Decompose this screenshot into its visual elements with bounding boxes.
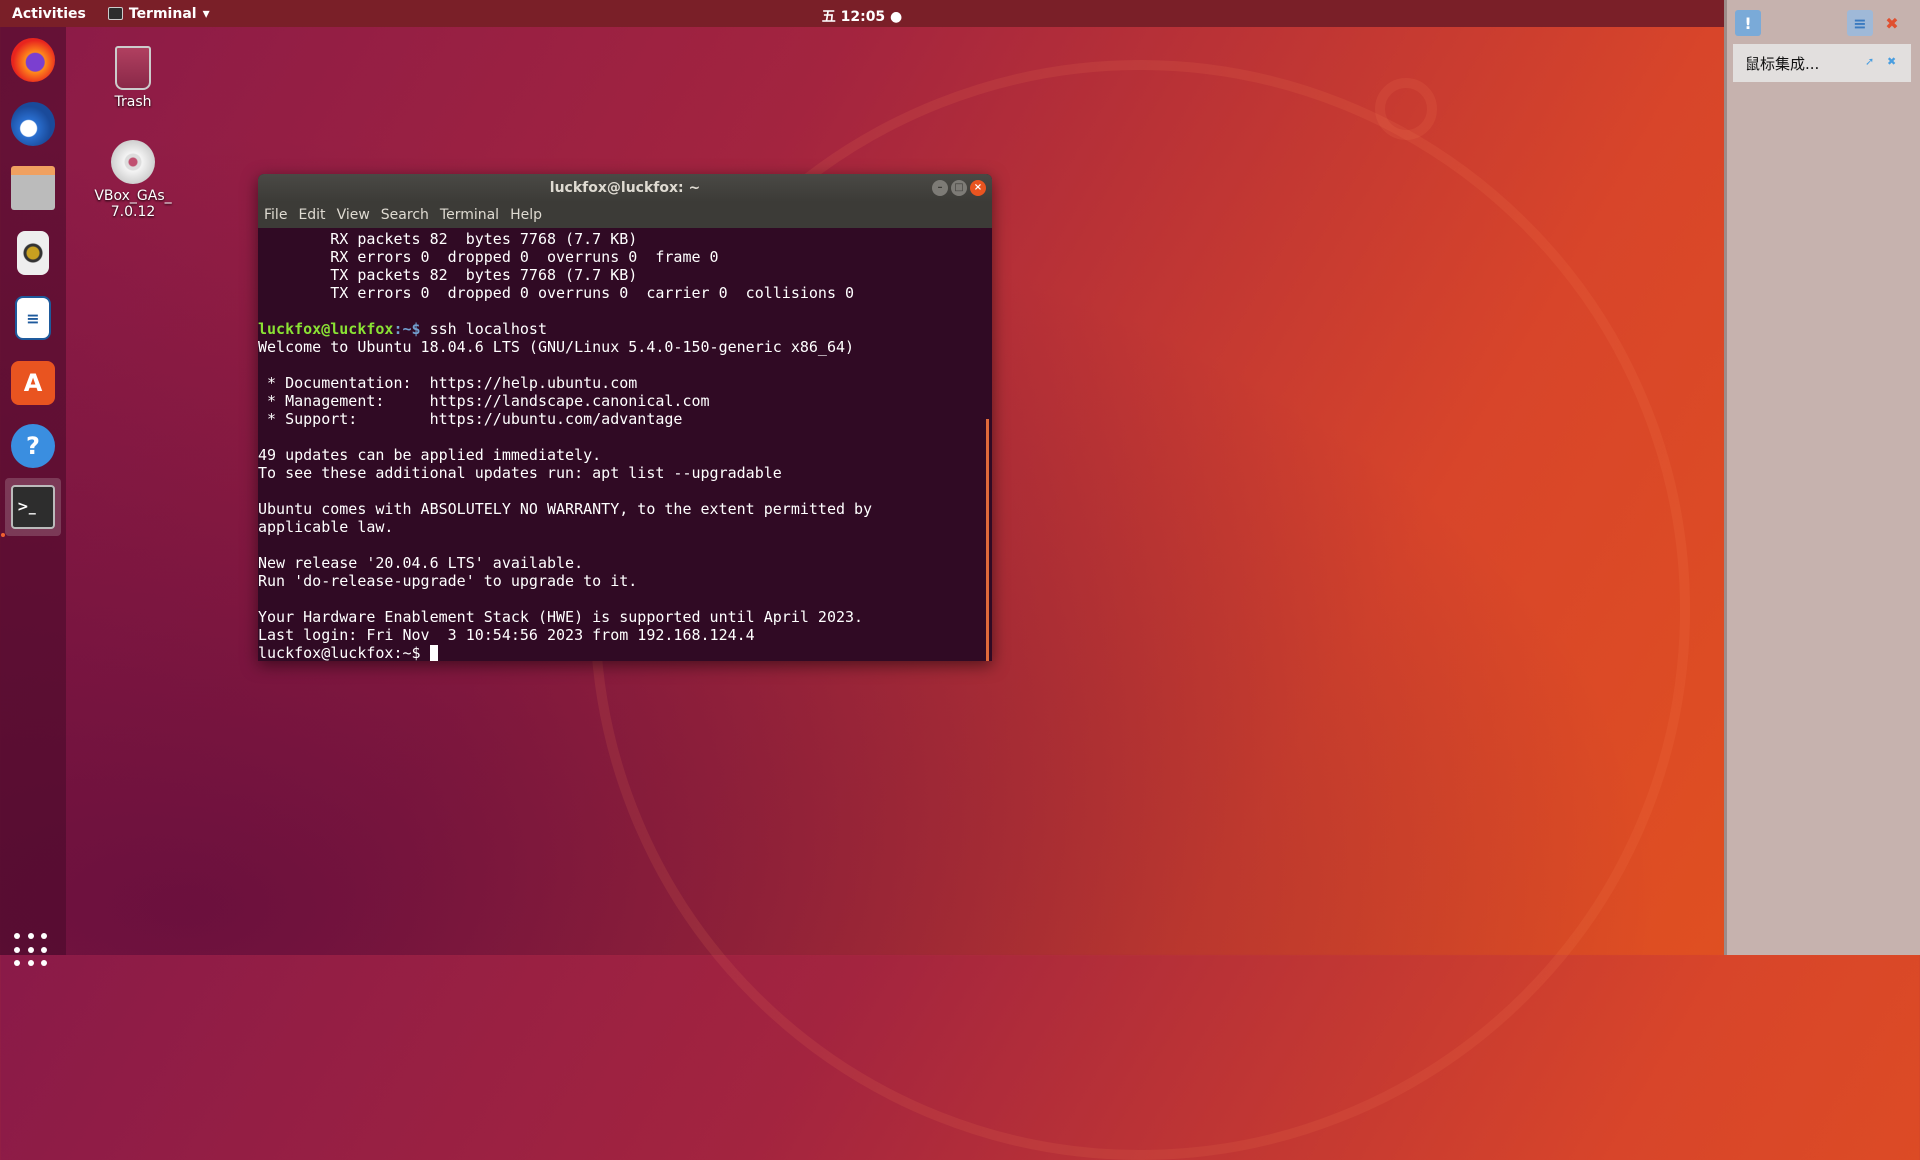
output-line: Ubuntu comes with ABSOLUTELY NO WARRANTY…: [258, 500, 873, 518]
minimize-button[interactable]: –: [932, 180, 948, 196]
output-line: * Documentation: https://help.ubuntu.com: [258, 374, 638, 392]
help-icon: ?: [11, 424, 55, 468]
trash-label: Trash: [114, 94, 152, 110]
prompt-path: :~$: [393, 320, 430, 338]
pin-icon[interactable]: ➚: [1865, 55, 1874, 68]
firefox-icon: [11, 38, 55, 82]
menu-search[interactable]: Search: [381, 207, 429, 223]
output-line: To see these additional updates run: apt…: [258, 464, 782, 482]
output-line: * Management: https://landscape.canonica…: [258, 392, 710, 410]
vbox-label: VBox_GAs_ 7.0.12: [94, 188, 172, 220]
dismiss-icon[interactable]: ✖: [1887, 55, 1896, 68]
menu-help[interactable]: Help: [510, 207, 542, 223]
title-bar[interactable]: luckfox@luckfox: ~ – □ ×: [258, 174, 992, 202]
output-line: Your Hardware Enablement Stack (HWE) is …: [258, 608, 864, 626]
cd-icon: [111, 140, 155, 184]
scrollbar[interactable]: [986, 419, 989, 661]
command-text: ssh localhost: [429, 320, 547, 338]
clock-text: 五 12:05: [821, 9, 886, 25]
terminal-icon: >_: [11, 485, 55, 529]
software-center-icon: A: [11, 361, 55, 405]
mouse-integration-notice[interactable]: 鼠标集成... ➚ ✖: [1733, 44, 1911, 82]
show-applications-button[interactable]: [14, 933, 50, 969]
close-all-icon[interactable]: ✖: [1879, 10, 1905, 36]
menu-bar: File Edit View Search Terminal Help: [258, 202, 992, 228]
virtualbox-status-panel: ! ≡ ✖ 鼠标集成... ➚ ✖: [1724, 0, 1920, 955]
notification-icon[interactable]: !: [1735, 10, 1761, 36]
close-button[interactable]: ×: [970, 180, 986, 196]
notice-text: 鼠标集成...: [1745, 54, 1820, 73]
desktop-trash[interactable]: Trash: [83, 46, 183, 110]
menu-terminal[interactable]: Terminal: [440, 207, 499, 223]
final-prompt: luckfox@luckfox:~$: [258, 644, 430, 661]
dock-writer[interactable]: ≡: [5, 289, 61, 347]
dock-software[interactable]: A: [5, 354, 61, 412]
running-indicator: [1, 533, 5, 537]
thunderbird-icon: [11, 102, 55, 146]
output-line: * Support: https://ubuntu.com/advantage: [258, 410, 683, 428]
dock-terminal[interactable]: >_: [5, 478, 61, 536]
menu-file[interactable]: File: [264, 207, 287, 223]
app-menu[interactable]: Terminal ▾: [107, 5, 210, 22]
output-line: Welcome to Ubuntu 18.04.6 LTS (GNU/Linux…: [258, 338, 855, 356]
files-icon: [11, 166, 55, 210]
dock-files[interactable]: [5, 159, 61, 217]
clock[interactable]: 五 12:05 ●: [822, 6, 903, 26]
output-line: Run 'do-release-upgrade' to upgrade to i…: [258, 572, 638, 590]
terminal-icon: [107, 7, 123, 20]
window-title: luckfox@luckfox: ~: [549, 180, 701, 196]
app-menu-label: Terminal: [128, 5, 197, 22]
menu-view[interactable]: View: [337, 207, 370, 223]
output-line: TX errors 0 dropped 0 overruns 0 carrier…: [258, 284, 855, 302]
output-line: RX packets 82 bytes 7768 (7.7 KB): [258, 230, 638, 248]
rhythmbox-icon: [17, 231, 49, 275]
output-line: TX packets 82 bytes 7768 (7.7 KB): [258, 266, 638, 284]
output-line: 49 updates can be applied immediately.: [258, 446, 602, 464]
chevron-down-icon: ▾: [202, 5, 210, 22]
wallpaper-ring: [1375, 78, 1437, 140]
maximize-button[interactable]: □: [951, 180, 967, 196]
dock-thunderbird[interactable]: [5, 95, 61, 153]
dock-rhythmbox[interactable]: [5, 224, 61, 282]
output-line: Last login: Fri Nov 3 10:54:56 2023 from…: [258, 626, 755, 644]
menu-edit[interactable]: Edit: [298, 207, 325, 223]
prompt-user: luckfox@luckfox: [258, 320, 394, 338]
terminal-output[interactable]: RX packets 82 bytes 7768 (7.7 KB) RX err…: [258, 228, 992, 661]
activities-button[interactable]: Activities: [12, 6, 86, 22]
output-line: New release '20.04.6 LTS' available.: [258, 554, 584, 572]
writer-icon: ≡: [15, 296, 51, 340]
current-prompt: luckfox@luckfox:~$: [258, 644, 992, 661]
sort-icon[interactable]: ≡: [1847, 10, 1873, 36]
top-bar: Activities Terminal ▾ 五 12:05 ●: [0, 0, 1724, 27]
trash-icon: [115, 46, 151, 90]
dock-help[interactable]: ?: [5, 417, 61, 475]
output-line: applicable law.: [258, 518, 394, 536]
dock-firefox[interactable]: [5, 31, 61, 89]
command-line: luckfox@luckfox:~$ ssh localhost: [258, 320, 992, 338]
dock: ≡ A ? >_: [0, 27, 66, 967]
cursor: [429, 645, 438, 661]
desktop-vbox-gas[interactable]: VBox_GAs_ 7.0.12: [83, 140, 183, 220]
terminal-window: luckfox@luckfox: ~ – □ × File Edit View Se…: [258, 174, 992, 661]
output-line: RX errors 0 dropped 0 overruns 0 frame 0: [258, 248, 719, 266]
